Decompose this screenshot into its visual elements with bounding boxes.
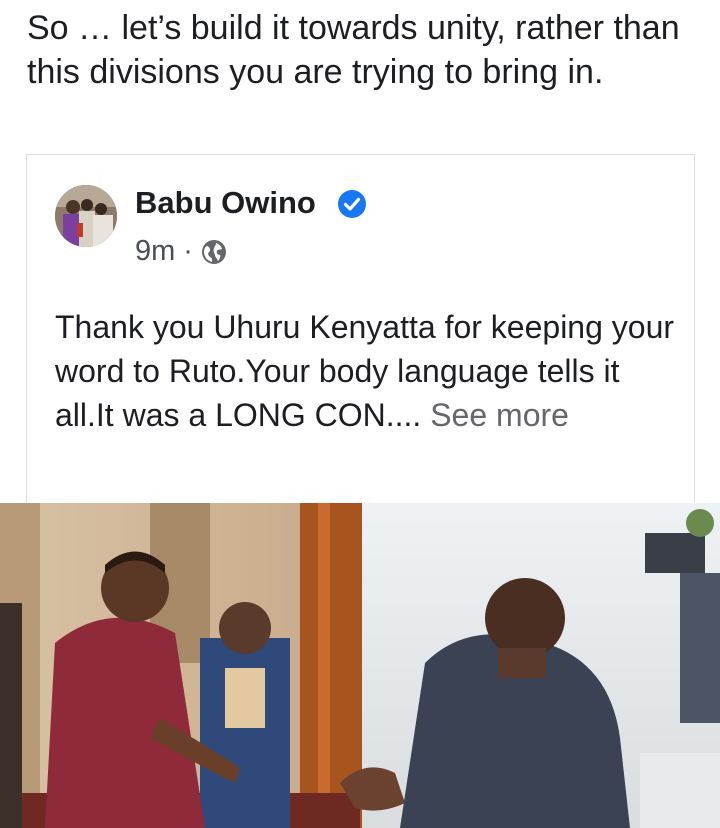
avatar[interactable] — [55, 185, 117, 247]
avatar-image — [55, 185, 117, 247]
post-photo-image — [0, 503, 720, 828]
post-meta: 9m · — [135, 235, 227, 268]
post-body: Thank you Uhuru Kenyatta for keeping you… — [55, 305, 675, 437]
author-name[interactable]: Babu Owino — [135, 185, 316, 221]
comment-text: So … let’s build it towards unity, rathe… — [27, 9, 680, 91]
shared-post-card[interactable]: Babu Owino 9m · Thank you Uhuru Kenyatta… — [26, 154, 695, 505]
post-photo[interactable] — [0, 503, 720, 828]
see-more-link[interactable]: See more — [430, 397, 569, 433]
screen: So … let’s build it towards unity, rathe… — [0, 0, 720, 828]
post-body-text: Thank you Uhuru Kenyatta for keeping you… — [55, 309, 675, 433]
verified-badge-icon — [338, 190, 366, 218]
post-time[interactable]: 9m — [135, 235, 175, 268]
globe-icon — [201, 239, 226, 264]
meta-separator: · — [183, 235, 193, 267]
